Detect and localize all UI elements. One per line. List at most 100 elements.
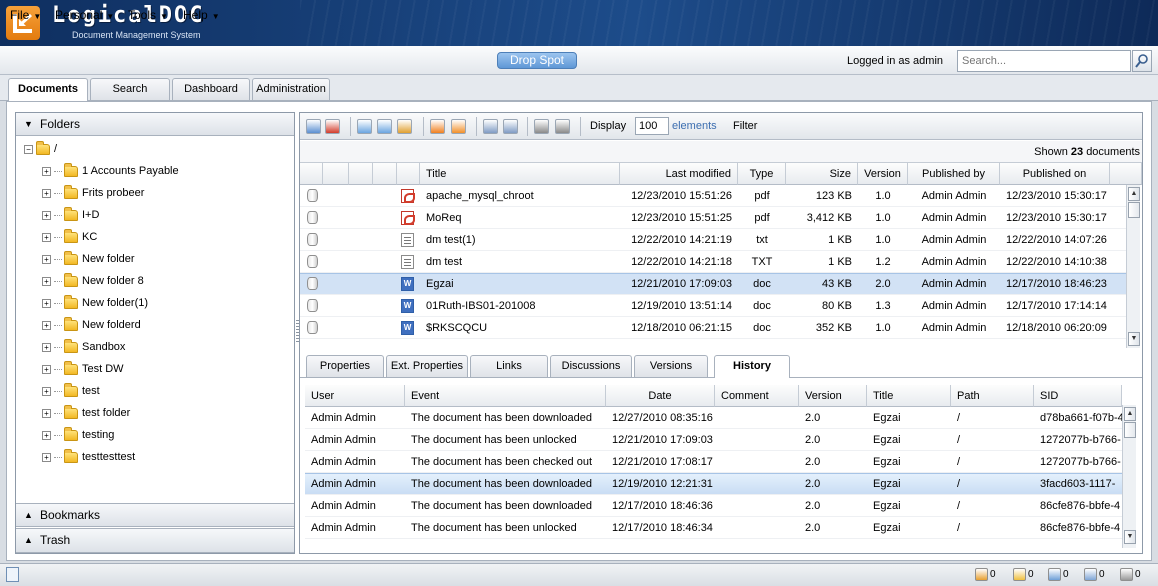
expand-icon[interactable]: + bbox=[42, 254, 51, 264]
menu-personal[interactable]: Personal ▼ bbox=[55, 8, 114, 22]
tab-properties[interactable]: Properties bbox=[306, 355, 384, 377]
history-column-header[interactable]: SID bbox=[1034, 385, 1122, 407]
history-column-header[interactable]: Title bbox=[867, 385, 951, 407]
scroll-thumb[interactable] bbox=[1128, 202, 1140, 218]
history-scrollbar[interactable]: ▲ ▼ bbox=[1122, 405, 1136, 548]
expand-icon[interactable]: + bbox=[42, 408, 51, 418]
display-count-input[interactable] bbox=[635, 117, 669, 135]
folder-tree-item[interactable]: + testtesttest bbox=[42, 446, 135, 468]
download-icon[interactable] bbox=[306, 119, 321, 134]
search-input[interactable] bbox=[957, 50, 1131, 72]
folder-tree-item[interactable]: + I+D bbox=[42, 204, 99, 226]
bookmarks-header[interactable]: ▲ Bookmarks bbox=[16, 503, 294, 527]
archive-icon[interactable] bbox=[483, 119, 498, 134]
expand-icon[interactable]: + bbox=[42, 342, 51, 352]
folder-tree-item[interactable]: + KC bbox=[42, 226, 97, 248]
collapse-icon[interactable]: − bbox=[24, 144, 33, 154]
tab-versions[interactable]: Versions bbox=[634, 355, 708, 377]
folder-tree-item[interactable]: + test bbox=[42, 380, 100, 402]
status-counter[interactable]: 0 bbox=[1120, 568, 1141, 581]
expand-icon[interactable]: + bbox=[42, 232, 51, 242]
scroll-down-icon[interactable]: ▼ bbox=[1128, 332, 1140, 346]
column-header[interactable]: Size bbox=[786, 163, 858, 185]
document-cell-by: Admin Admin bbox=[921, 322, 987, 334]
tab-history[interactable]: History bbox=[714, 355, 790, 378]
scroll-thumb[interactable] bbox=[1124, 422, 1136, 438]
column-header[interactable]: Type bbox=[738, 163, 786, 185]
tab-search[interactable]: Search bbox=[90, 78, 170, 100]
history-column-header[interactable]: User bbox=[305, 385, 405, 407]
menu-label: File bbox=[10, 8, 30, 22]
column-header[interactable]: Published on bbox=[1000, 163, 1110, 185]
folder-tree-item[interactable]: + testing bbox=[42, 424, 114, 446]
documents-scrollbar[interactable]: ▲ ▼ bbox=[1126, 185, 1140, 348]
folder-tree-item[interactable]: + Test DW bbox=[42, 358, 124, 380]
folders-header[interactable]: ▼ Folders bbox=[16, 113, 294, 136]
email-icon[interactable] bbox=[430, 119, 445, 134]
history-column-header[interactable]: Event bbox=[405, 385, 606, 407]
history-column-header[interactable]: Version bbox=[799, 385, 867, 407]
status-counter[interactable]: 0 bbox=[1048, 568, 1069, 581]
status-counter[interactable]: 0 bbox=[1084, 568, 1105, 581]
rss-icon[interactable] bbox=[451, 119, 466, 134]
folder-tree-item[interactable]: + New folderd bbox=[42, 314, 141, 336]
folder-tree-item[interactable]: + New folder bbox=[42, 248, 135, 270]
search-button[interactable] bbox=[1132, 50, 1152, 72]
column-header[interactable]: Published by bbox=[908, 163, 1000, 185]
status-counter[interactable]: 0 bbox=[1013, 568, 1034, 581]
menu-help[interactable]: Help ▼ bbox=[183, 8, 220, 22]
history-cell-comment bbox=[715, 429, 799, 451]
document-cell-size: 1 KB bbox=[828, 234, 852, 246]
expand-icon[interactable]: + bbox=[42, 210, 51, 220]
folder-tree-item[interactable]: + New folder(1) bbox=[42, 292, 148, 314]
office-edit-icon[interactable] bbox=[503, 119, 518, 134]
column-header-icon[interactable] bbox=[349, 163, 373, 185]
history-column-header[interactable]: Path bbox=[951, 385, 1034, 407]
tab-discussions[interactable]: Discussions bbox=[550, 355, 632, 377]
filter-button[interactable]: Filter bbox=[733, 120, 757, 132]
folder-tree-item[interactable]: + test folder bbox=[42, 402, 130, 424]
drop-spot-button[interactable]: Drop Spot bbox=[497, 52, 577, 69]
column-header[interactable]: Last modified bbox=[620, 163, 738, 185]
expand-icon[interactable]: + bbox=[42, 386, 51, 396]
expand-icon[interactable]: + bbox=[42, 452, 51, 462]
menu-tools[interactable]: Tools ▼ bbox=[128, 8, 168, 22]
pdf-export-icon[interactable] bbox=[325, 119, 340, 134]
tab-links[interactable]: Links bbox=[470, 355, 548, 377]
status-counter[interactable]: 0 bbox=[975, 568, 996, 581]
scan-icon[interactable] bbox=[377, 119, 392, 134]
scroll-up-icon[interactable]: ▲ bbox=[1128, 187, 1140, 201]
expand-icon[interactable]: + bbox=[42, 364, 51, 374]
expand-icon[interactable]: + bbox=[42, 166, 51, 176]
column-header-icon[interactable] bbox=[373, 163, 397, 185]
tab-documents[interactable]: Documents bbox=[8, 78, 88, 102]
expand-icon[interactable]: + bbox=[42, 188, 51, 198]
history-column-header[interactable]: Comment bbox=[715, 385, 799, 407]
barcode-icon[interactable] bbox=[397, 119, 412, 134]
tab-dashboard[interactable]: Dashboard bbox=[172, 78, 250, 100]
add-document-icon[interactable] bbox=[357, 119, 372, 134]
tab-administration[interactable]: Administration bbox=[252, 78, 330, 100]
expand-icon[interactable]: + bbox=[42, 320, 51, 330]
folder-tree-item[interactable]: + Frits probeer bbox=[42, 182, 144, 204]
trash-header[interactable]: ▲ Trash bbox=[16, 528, 294, 553]
menu-file[interactable]: File ▼ bbox=[10, 8, 41, 22]
folder-tree-item[interactable]: + Sandbox bbox=[42, 336, 125, 358]
expand-icon[interactable]: + bbox=[42, 276, 51, 286]
folder-tree-item[interactable]: + New folder 8 bbox=[42, 270, 144, 292]
tab-ext-properties[interactable]: Ext. Properties bbox=[386, 355, 468, 377]
tree-root[interactable]: − / bbox=[24, 138, 57, 160]
scroll-up-icon[interactable]: ▲ bbox=[1124, 407, 1136, 421]
column-header[interactable]: Title bbox=[420, 163, 620, 185]
column-header-icon[interactable] bbox=[397, 163, 420, 185]
column-header-icon[interactable] bbox=[323, 163, 349, 185]
scroll-down-icon[interactable]: ▼ bbox=[1124, 530, 1136, 544]
gear-multi-icon[interactable] bbox=[555, 119, 570, 134]
expand-icon[interactable]: + bbox=[42, 298, 51, 308]
gear-icon[interactable] bbox=[534, 119, 549, 134]
history-column-header[interactable]: Date bbox=[606, 385, 715, 407]
folder-tree-item[interactable]: +1 Accounts Payable bbox=[42, 160, 179, 182]
column-header-icon[interactable] bbox=[300, 163, 323, 185]
column-header[interactable]: Version bbox=[858, 163, 908, 185]
expand-icon[interactable]: + bbox=[42, 430, 51, 440]
